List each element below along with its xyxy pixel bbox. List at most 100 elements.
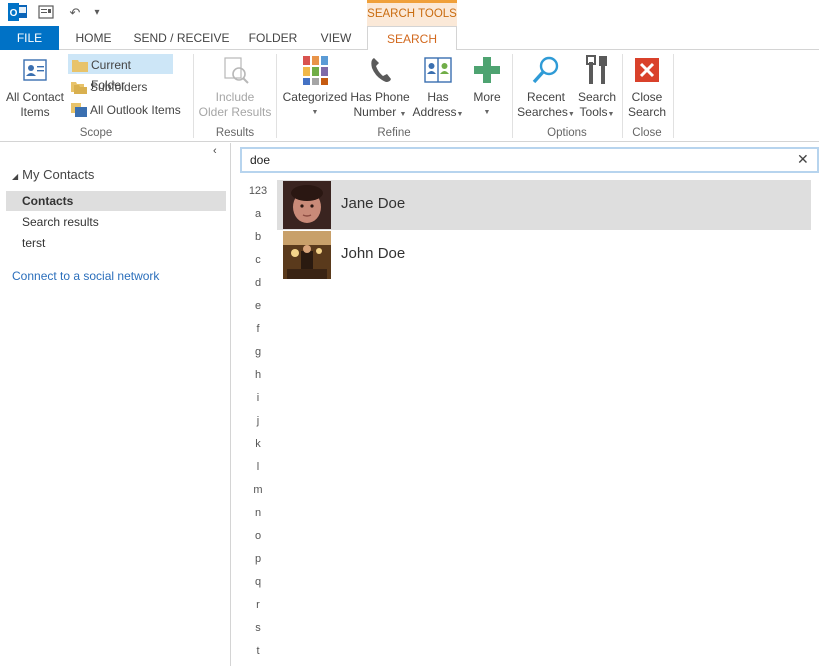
my-contacts-label: My Contacts — [22, 167, 95, 182]
alphabet-index-item[interactable]: l — [243, 456, 273, 479]
alphabet-index-item[interactable]: n — [243, 502, 273, 525]
alphabet-index-item[interactable]: i — [243, 387, 273, 410]
connect-social-network-link[interactable]: Connect to a social network — [12, 269, 159, 283]
more-button[interactable]: More ▼ — [467, 54, 507, 120]
nav-item-terst[interactable]: terst — [6, 233, 226, 253]
alphabet-index-item[interactable]: c — [243, 249, 273, 272]
tools-icon — [581, 54, 613, 86]
contact-name: Jane Doe — [341, 195, 406, 212]
categories-icon — [299, 54, 331, 86]
group-divider — [193, 54, 194, 138]
alphabet-index-item[interactable]: s — [243, 617, 273, 640]
alphabet-index-item[interactable]: b — [243, 226, 273, 249]
contact-row[interactable]: John Doe — [277, 230, 811, 280]
dropdown-caret-icon: ▼ — [399, 111, 407, 118]
current-folder-button[interactable]: Current Folder — [68, 54, 173, 92]
dropdown-caret-icon: ▼ — [567, 111, 575, 118]
has-address-label-1: Has — [427, 90, 449, 104]
tab-file[interactable]: FILE — [0, 26, 59, 50]
close-icon — [631, 54, 663, 86]
alphabet-index-item[interactable]: d — [243, 272, 273, 295]
contact-list: Jane Doe John Doe — [277, 180, 811, 280]
recent-searches-button[interactable]: Recent Searches▼ — [516, 54, 576, 122]
close-group-label: Close — [632, 127, 662, 139]
alphabet-index: 123 a b c d e f g h i j k l m n o p q r s t — [243, 180, 273, 663]
nav-item-search-results[interactable]: Search results — [6, 212, 226, 232]
nav-item-contacts[interactable]: Contacts — [6, 191, 226, 211]
undo-icon[interactable]: ↶ — [66, 4, 84, 22]
group-divider — [276, 54, 277, 138]
categorized-button[interactable]: Categorized ▼ — [281, 54, 349, 120]
has-address-label-2: Address — [412, 105, 457, 119]
alphabet-index-item[interactable]: o — [243, 525, 273, 548]
alphabet-index-item[interactable]: f — [243, 318, 273, 341]
tab-send-receive[interactable]: SEND / RECEIVE — [131, 26, 232, 50]
group-divider — [673, 54, 674, 138]
tab-view[interactable]: VIEW — [313, 26, 359, 50]
search-input[interactable] — [250, 152, 770, 168]
search-box[interactable]: ✕ — [240, 147, 819, 173]
address-book-icon — [422, 54, 454, 86]
alphabet-index-item[interactable]: k — [243, 433, 273, 456]
svg-text:O: O — [10, 8, 18, 19]
has-phone-number-button[interactable]: Has Phone Number ▼ — [349, 54, 411, 122]
folder-pane: ‹ ◢ My Contacts Contacts Search results t… — [0, 143, 231, 666]
all-contact-items-button[interactable]: All Contact Items — [4, 54, 66, 120]
subfolders-button[interactable]: Subfolders — [68, 77, 173, 97]
scope-group-label: Scope — [79, 127, 113, 139]
alphabet-index-item[interactable]: m — [243, 479, 273, 502]
all-contact-items-label-2: Items — [20, 105, 50, 119]
group-divider — [622, 54, 623, 138]
alphabet-index-item[interactable]: t — [243, 640, 273, 663]
search-tools-button[interactable]: Search Tools▼ — [576, 54, 618, 122]
alphabet-index-item[interactable]: e — [243, 295, 273, 318]
outlook-logo-icon[interactable]: O — [8, 3, 28, 21]
ribbon-tabs: FILE HOME SEND / RECEIVE FOLDER VIEW SEA… — [0, 26, 819, 51]
recent-searches-label-1: Recent — [526, 90, 566, 104]
alphabet-index-item[interactable]: j — [243, 410, 273, 433]
subfolders-icon — [71, 80, 87, 94]
alphabet-index-item[interactable]: a — [243, 203, 273, 226]
group-divider — [512, 54, 513, 138]
search-history-icon — [530, 54, 562, 86]
dropdown-caret-icon: ▼ — [607, 111, 615, 118]
contact-row[interactable]: Jane Doe — [277, 180, 811, 230]
send-receive-all-icon[interactable] — [36, 4, 56, 22]
tab-folder[interactable]: FOLDER — [244, 26, 302, 50]
all-outlook-items-button[interactable]: All Outlook Items — [68, 100, 188, 120]
search-tools-label-1: Search — [577, 90, 617, 104]
tab-home[interactable]: HOME — [67, 26, 120, 50]
contact-photo — [283, 231, 331, 279]
my-contacts-root[interactable]: ◢ My Contacts — [12, 167, 94, 182]
magnifier-clock-icon — [219, 54, 251, 86]
folder-icon — [72, 58, 88, 72]
contextual-tab-header: SEARCH TOOLS — [367, 0, 457, 26]
has-address-button[interactable]: Has Address▼ — [411, 54, 465, 122]
clear-search-icon[interactable]: ✕ — [797, 151, 809, 168]
alphabet-index-item[interactable]: h — [243, 364, 273, 387]
close-search-label-2: Search — [627, 105, 667, 119]
alphabet-index-item[interactable]: 123 — [243, 180, 273, 203]
customize-qat-icon[interactable]: ▾ — [90, 4, 104, 22]
plus-icon — [471, 54, 503, 86]
ribbon: All Contact Items Current Folder Subfold… — [0, 50, 819, 142]
all-outlook-items-icon — [71, 103, 87, 117]
dropdown-caret-icon: ▼ — [483, 109, 491, 116]
tab-search[interactable]: SEARCH — [367, 26, 457, 51]
expand-triangle-icon[interactable]: ◢ — [12, 172, 18, 181]
alphabet-index-item[interactable]: q — [243, 571, 273, 594]
all-outlook-items-label: All Outlook Items — [90, 103, 181, 117]
subfolders-label: Subfolders — [90, 80, 148, 94]
more-label: More — [473, 90, 501, 104]
contact-photo — [283, 181, 331, 229]
close-search-button[interactable]: Close Search — [626, 54, 668, 120]
alphabet-index-item[interactable]: p — [243, 548, 273, 571]
include-older-results-button[interactable]: Include Older Results — [198, 54, 272, 120]
alphabet-index-item[interactable]: r — [243, 594, 273, 617]
all-contact-items-label-1: All Contact — [5, 90, 65, 104]
dropdown-caret-icon: ▼ — [311, 109, 319, 116]
categorized-label: Categorized — [282, 90, 348, 104]
collapse-pane-icon[interactable]: ‹ — [213, 145, 217, 157]
alphabet-index-item[interactable]: g — [243, 341, 273, 364]
include-older-label-1: Include — [215, 90, 255, 104]
